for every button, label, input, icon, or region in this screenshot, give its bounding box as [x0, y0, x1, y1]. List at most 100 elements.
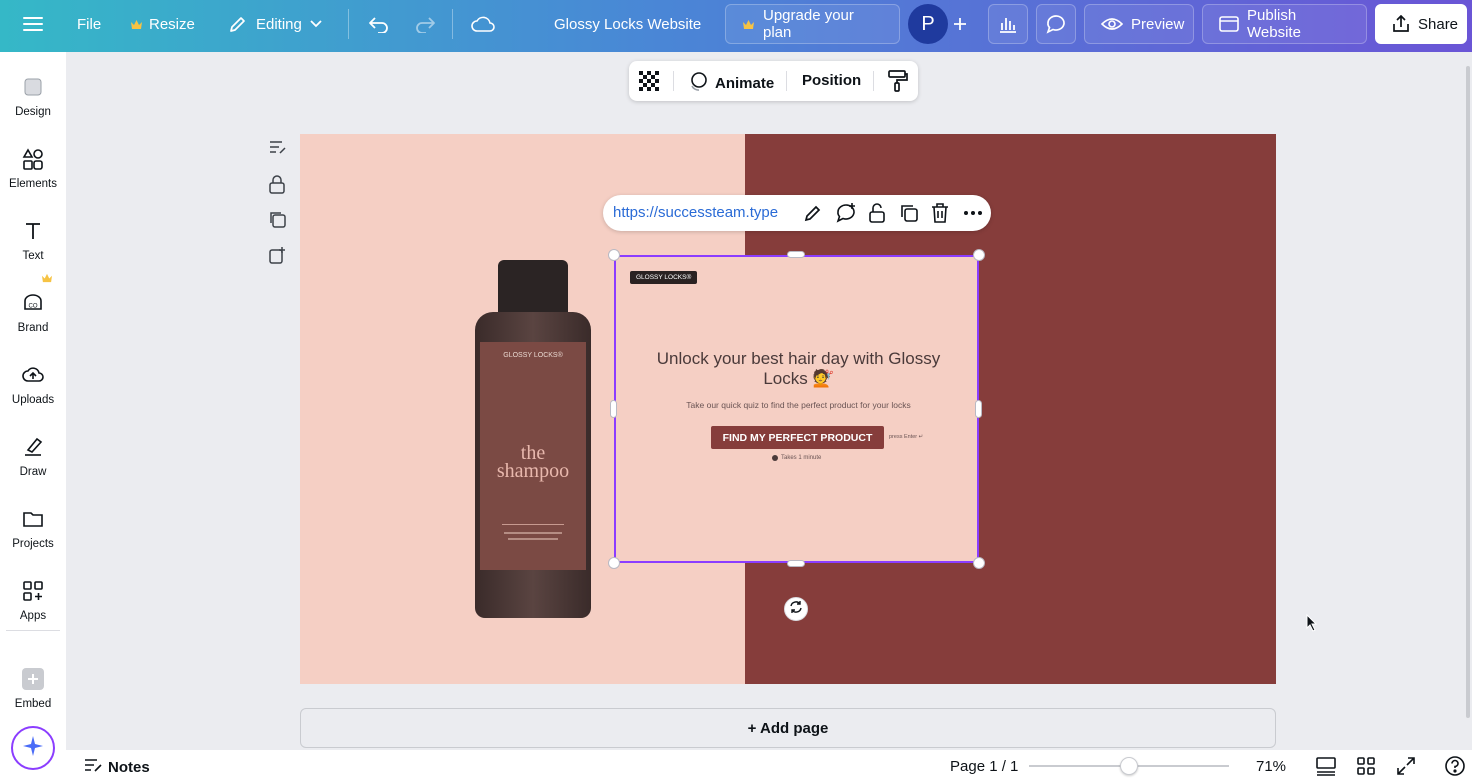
notes-label: Notes — [108, 758, 150, 776]
lock-icon[interactable] — [268, 174, 288, 194]
comment-icon — [1045, 14, 1067, 34]
undo-icon[interactable] — [367, 0, 391, 48]
bottle-fine-print — [504, 532, 562, 534]
preview-button[interactable]: Preview — [1084, 4, 1194, 44]
element-toolbar: Animate Position — [629, 61, 918, 101]
find-product-button[interactable]: FIND MY PERFECT PRODUCT — [711, 426, 884, 449]
add-comment-icon[interactable] — [835, 202, 857, 229]
sidebar-item-elements[interactable]: Elements — [0, 124, 66, 196]
edit-pencil-icon[interactable] — [803, 203, 823, 228]
grid-view-icon[interactable] — [1356, 756, 1376, 781]
redo-icon[interactable] — [413, 0, 437, 48]
notes-button[interactable]: Notes — [84, 757, 150, 777]
resize-handle-top[interactable] — [787, 251, 805, 258]
cursor-icon — [1306, 613, 1318, 637]
resize-handle-right[interactable] — [975, 400, 982, 418]
bar-chart-icon — [998, 15, 1018, 33]
shampoo-bottle-image[interactable]: GLOSSY LOCKS® the shampoo — [475, 260, 591, 618]
draw-icon — [25, 437, 43, 456]
menu-icon[interactable] — [20, 0, 46, 48]
resize-handle-top-left[interactable] — [608, 249, 620, 261]
duplicate-page-icon[interactable] — [268, 210, 288, 230]
share-button[interactable]: Share — [1375, 4, 1467, 44]
embed-headline-line2: Locks 💇 — [763, 369, 834, 388]
animate-icon — [687, 70, 709, 96]
resize-handle-bottom-right[interactable] — [973, 557, 985, 569]
publish-website-button[interactable]: Publish Website — [1202, 4, 1367, 44]
fullscreen-icon[interactable] — [1396, 756, 1416, 781]
more-options-icon[interactable] — [963, 204, 983, 227]
bottle-cap — [498, 260, 568, 314]
avatar-initial: P — [921, 12, 935, 35]
crown-icon — [742, 19, 755, 30]
rotate-handle[interactable] — [784, 597, 808, 621]
elements-icon — [22, 148, 43, 170]
help-icon[interactable] — [1444, 755, 1466, 782]
zoom-level[interactable]: 71% — [1256, 758, 1286, 775]
upgrade-plan-button[interactable]: Upgrade your plan — [725, 4, 900, 44]
text-icon — [26, 223, 40, 239]
trash-icon[interactable] — [931, 203, 949, 228]
zoom-slider-handle[interactable] — [1120, 757, 1138, 775]
bottle-name-line2: shampoo — [496, 460, 570, 482]
position-button[interactable]: Position — [802, 72, 861, 89]
divider — [6, 630, 60, 631]
editing-mode-dropdown[interactable]: Editing — [228, 0, 322, 48]
add-page-icon[interactable] — [268, 246, 288, 266]
document-title[interactable]: Glossy Locks Website — [554, 0, 701, 48]
sidebar-item-label: Apps — [19, 610, 47, 622]
transparency-icon[interactable] — [639, 71, 659, 95]
sidebar-item-label: Embed — [14, 698, 52, 710]
embed-preview[interactable]: GLOSSY LOCKS® Unlock your best hair day … — [614, 255, 979, 563]
notes-icon — [84, 757, 102, 777]
insights-button[interactable] — [988, 4, 1028, 44]
add-collaborator-icon[interactable] — [950, 0, 970, 48]
sidebar-item-label: Brand — [17, 322, 49, 334]
cloud-saved-icon[interactable] — [470, 0, 496, 48]
sidebar-item-draw[interactable]: Draw — [0, 412, 66, 484]
file-menu[interactable]: File — [77, 0, 101, 48]
resize-handle-left[interactable] — [610, 400, 617, 418]
sidebar-item-apps[interactable]: Apps — [0, 556, 66, 628]
resize-handle-bottom-left[interactable] — [608, 557, 620, 569]
sidebar-item-brand[interactable]: CO Brand — [0, 268, 66, 340]
add-page-button[interactable]: + Add page — [300, 708, 1276, 748]
sidebar-item-text[interactable]: Text — [0, 196, 66, 268]
sidebar-item-label: Design — [15, 106, 51, 118]
sparkle-icon — [22, 735, 44, 762]
resize-handle-bottom[interactable] — [787, 560, 805, 567]
page-indicator[interactable]: Page 1 / 1 — [950, 758, 1018, 775]
sidebar-item-projects[interactable]: Projects — [0, 484, 66, 556]
upgrade-label: Upgrade your plan — [763, 7, 854, 41]
zoom-slider-track[interactable] — [1029, 757, 1229, 775]
comment-button[interactable] — [1036, 4, 1076, 44]
chevron-down-icon — [310, 20, 322, 28]
notes-lines-icon[interactable] — [268, 138, 288, 158]
embed-url-link[interactable]: https://successteam.type — [613, 204, 789, 221]
animate-button[interactable]: Animate — [687, 70, 774, 96]
magic-assistant-button[interactable] — [11, 726, 55, 770]
sidebar-item-embed[interactable]: Embed — [0, 644, 66, 716]
projects-icon — [23, 512, 43, 527]
embed-headline-line1: Unlock your best hair day with Glossy — [656, 349, 941, 368]
resize-button[interactable]: Resize — [130, 0, 195, 48]
resize-handle-top-right[interactable] — [973, 249, 985, 261]
takes-time-note: Takes 1 minute — [772, 455, 821, 461]
duplicate-icon[interactable] — [899, 203, 919, 228]
avatar[interactable]: P — [908, 4, 948, 44]
design-icon — [24, 78, 42, 96]
divider — [452, 9, 453, 39]
uploads-icon — [22, 367, 44, 382]
vertical-scrollbar[interactable] — [1466, 66, 1470, 718]
preview-label: Preview — [1131, 15, 1185, 33]
page-view-icon[interactable] — [1316, 756, 1336, 781]
bottle-fine-print — [508, 538, 558, 540]
sidebar-item-design[interactable]: Design — [0, 52, 66, 124]
eye-icon — [1101, 17, 1123, 31]
lock-icon[interactable] — [868, 202, 886, 229]
sidebar-item-uploads[interactable]: Uploads — [0, 340, 66, 412]
paint-roller-icon[interactable] — [888, 70, 908, 96]
left-sidebar: Design Elements Text CO Brand Uploads Dr… — [0, 52, 66, 782]
sidebar-item-label: Uploads — [11, 394, 55, 406]
sidebar-item-label: Text — [22, 250, 44, 262]
